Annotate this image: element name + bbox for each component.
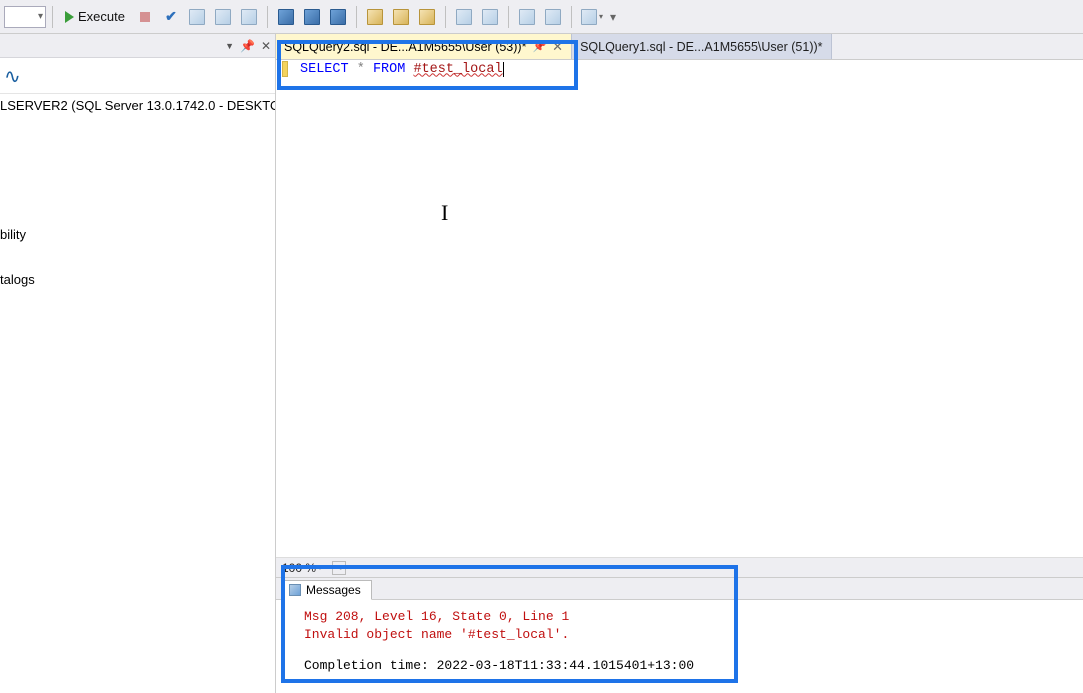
grid2-icon <box>215 9 231 25</box>
plan2-icon <box>304 9 320 25</box>
connect-icon[interactable]: ∿ <box>4 64 21 88</box>
indent-icon <box>456 9 472 25</box>
pin-icon[interactable]: 📌 <box>240 40 255 52</box>
text-caret <box>503 62 504 77</box>
misc-icon <box>581 9 597 25</box>
stop-icon <box>140 12 150 22</box>
error-line: Msg 208, Level 16, State 0, Line 1 <box>304 608 1071 626</box>
separator <box>52 6 53 28</box>
messages-tab-label: Messages <box>306 583 361 597</box>
code-line: SELECT * FROM #test_local <box>276 60 1083 78</box>
object-explorer-panel: ▼ 📌 ✕ ∿ LSERVER2 (SQL Server 13.0.1742.0… <box>0 34 276 693</box>
results-icon <box>241 9 257 25</box>
chevron-down-icon: ▾ <box>318 563 322 572</box>
keyword-select: SELECT <box>300 62 349 77</box>
object-explorer-toolbar: ∿ <box>0 58 275 94</box>
chevron-down-icon[interactable]: ▼ <box>225 41 234 51</box>
toolbar-button[interactable] <box>363 5 387 29</box>
toolbar-overflow[interactable]: ▾ <box>608 10 619 24</box>
check-icon: ✔ <box>165 8 177 25</box>
completion-line: Completion time: 2022-03-18T11:33:44.101… <box>304 657 1071 675</box>
stats-icon <box>367 9 383 25</box>
chevron-down-icon: ▾ <box>599 12 603 21</box>
comment-icon <box>519 9 535 25</box>
separator <box>356 6 357 28</box>
parse-button[interactable]: ✔ <box>159 5 183 29</box>
uncomment-button[interactable] <box>541 5 565 29</box>
plan-icon <box>278 9 294 25</box>
toolbar-button[interactable] <box>237 5 261 29</box>
close-icon[interactable]: ✕ <box>261 40 271 52</box>
main-area: SQLQuery2.sql - DE...A1M5655\User (53))*… <box>276 34 1083 693</box>
indent-button[interactable] <box>452 5 476 29</box>
object-explorer-header: ▼ 📌 ✕ <box>0 34 275 58</box>
keyword-from: FROM <box>373 62 405 77</box>
scroll-left-button[interactable]: ◂ <box>332 561 346 575</box>
stop-button[interactable] <box>133 5 157 29</box>
execute-button[interactable]: Execute <box>59 5 131 29</box>
messages-body[interactable]: Msg 208, Level 16, State 0, Line 1 Inval… <box>276 600 1083 693</box>
separator <box>508 6 509 28</box>
object-name-token: #test_local <box>413 62 502 77</box>
document-tab-strip: SQLQuery2.sql - DE...A1M5655\User (53))*… <box>276 34 1083 60</box>
comment-button[interactable] <box>515 5 539 29</box>
separator <box>571 6 572 28</box>
toolbar-button[interactable] <box>185 5 209 29</box>
error-line: Invalid object name '#test_local'. <box>304 626 1071 644</box>
toolbar-button[interactable] <box>415 5 439 29</box>
uncomment-icon <box>545 9 561 25</box>
tab-label: SQLQuery2.sql - DE...A1M5655\User (53))* <box>284 40 526 54</box>
outdent-icon <box>482 9 498 25</box>
toolbar-button[interactable]: ▾ <box>578 5 606 29</box>
pin-icon[interactable]: 📌 <box>532 40 546 53</box>
sqlcmd-icon <box>330 9 346 25</box>
main-toolbar: ▾ Execute ✔ ▾ ▾ <box>0 0 1083 34</box>
tab-sqlquery2[interactable]: SQLQuery2.sql - DE...A1M5655\User (53))*… <box>276 34 572 59</box>
tab-sqlquery1[interactable]: SQLQuery1.sql - DE...A1M5655\User (51))* <box>572 34 831 59</box>
text-cursor-icon: I <box>441 200 448 226</box>
tab-label: SQLQuery1.sql - DE...A1M5655\User (51))* <box>580 40 822 54</box>
toolbar-button[interactable] <box>326 5 350 29</box>
server-node[interactable]: LSERVER2 (SQL Server 13.0.1742.0 - DESKT… <box>0 94 275 117</box>
editor-footer-bar: 100 % ▾ ◂ <box>276 557 1083 577</box>
messages-icon <box>289 584 301 596</box>
close-icon[interactable]: ✕ <box>552 40 563 53</box>
grid-icon <box>189 9 205 25</box>
execute-label: Execute <box>78 9 125 24</box>
sql-editor[interactable]: SELECT * FROM #test_local I <box>276 60 1083 557</box>
messages-tab-strip: Messages <box>276 578 1083 600</box>
toolbar-button[interactable] <box>389 5 413 29</box>
toolbar-button[interactable] <box>211 5 235 29</box>
tree-node[interactable]: bility <box>0 223 275 246</box>
tree-node[interactable]: talogs <box>0 268 275 291</box>
toolbar-button[interactable] <box>300 5 324 29</box>
star-token: * <box>357 62 365 77</box>
tab-messages[interactable]: Messages <box>282 580 372 600</box>
play-icon <box>65 11 74 23</box>
database-combo[interactable]: ▾ <box>4 6 46 28</box>
stats3-icon <box>419 9 435 25</box>
toolbar-button[interactable] <box>274 5 298 29</box>
zoom-combo[interactable]: 100 % ▾ <box>282 561 322 575</box>
messages-panel: Messages Msg 208, Level 16, State 0, Lin… <box>276 577 1083 693</box>
outdent-button[interactable] <box>478 5 502 29</box>
zoom-level: 100 % <box>282 561 316 575</box>
separator <box>267 6 268 28</box>
stats2-icon <box>393 9 409 25</box>
separator <box>445 6 446 28</box>
change-marker-icon <box>282 61 288 77</box>
